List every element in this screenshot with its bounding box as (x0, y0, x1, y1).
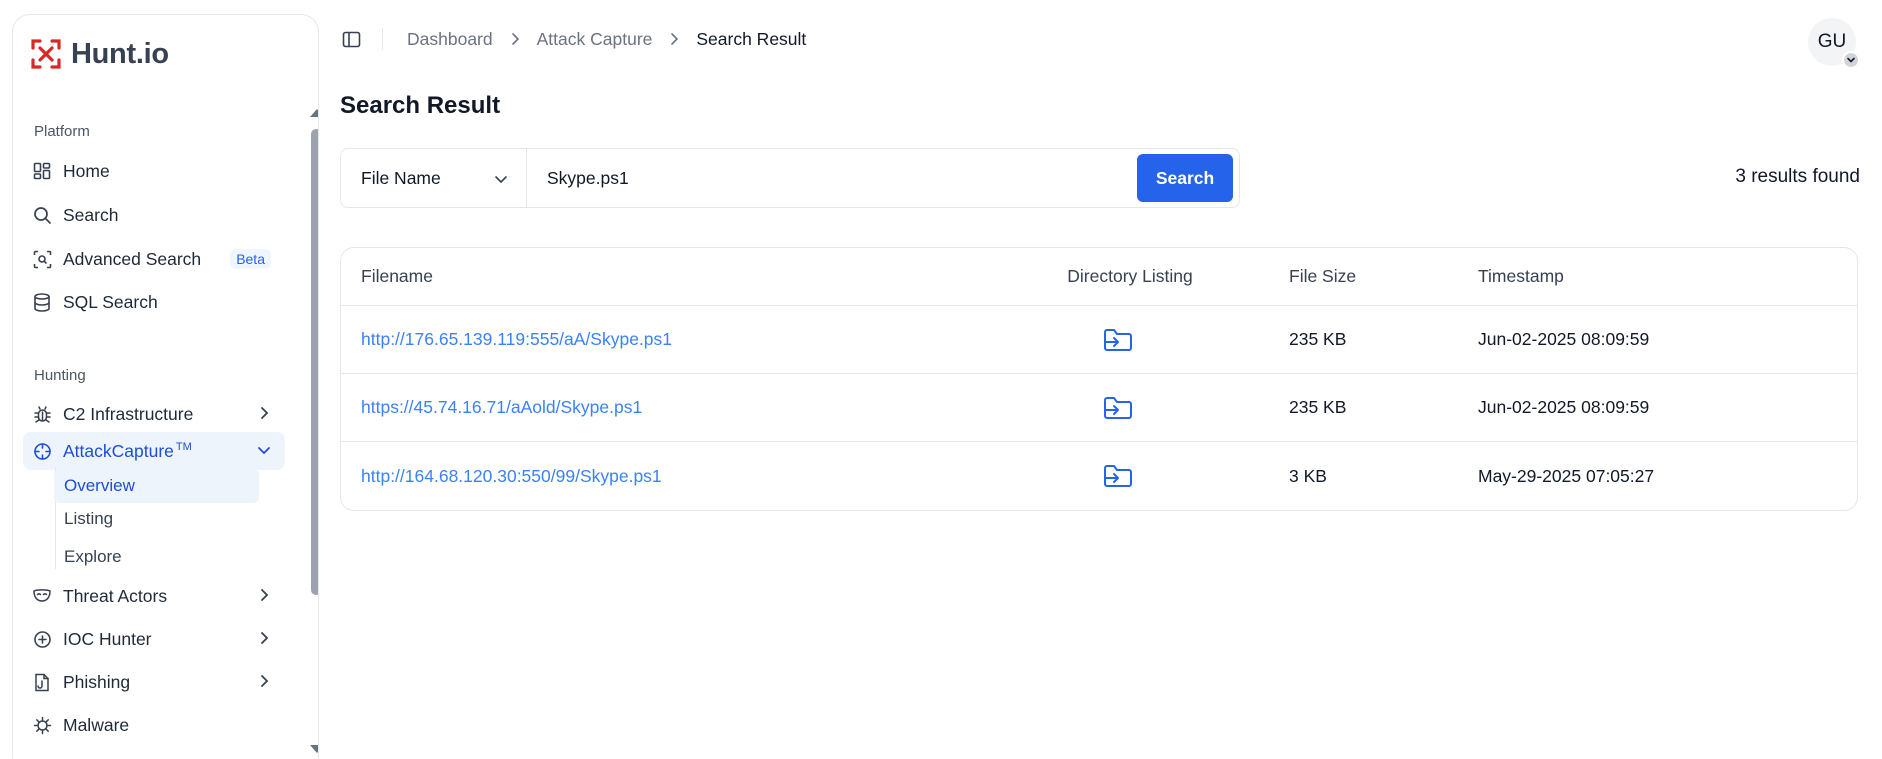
chevron-right-icon (261, 589, 269, 601)
table-row: https://45.74.16.71/aAold/Skype.ps1 235 … (341, 374, 1857, 442)
filename-link[interactable]: http://176.65.139.119:555/aA/Skype.ps1 (361, 329, 672, 350)
results-table: Filename Directory Listing File Size Tim… (340, 247, 1858, 511)
sidebar-item-label: AttackCapture TM (63, 441, 192, 462)
attackcapture-label: AttackCapture (63, 440, 174, 461)
bug-icon (31, 403, 53, 425)
avatar-initials: GU (1817, 31, 1847, 52)
timestamp: May-29-2025 07:05:27 (1478, 465, 1655, 486)
sidebar-item-ioc-hunter[interactable]: IOC Hunter (23, 620, 285, 658)
breadcrumb-current: Search Result (696, 28, 807, 49)
search-input[interactable] (527, 149, 1137, 207)
header-file-size: File Size (1289, 266, 1357, 286)
file-size: 235 KB (1289, 329, 1347, 349)
sidebar-item-label: C2 Infrastructure (63, 403, 194, 424)
section-label-hunting: Hunting (34, 367, 86, 384)
brand-name: Hunt.io (71, 37, 169, 70)
sidebar-item-home[interactable]: Home (23, 152, 285, 190)
plus-circle-icon (31, 628, 53, 650)
sidebar-toggle-icon[interactable] (340, 28, 362, 50)
header-directory-listing: Directory Listing (1067, 266, 1193, 286)
sidebar-item-advanced-search[interactable]: Advanced Search Beta (23, 240, 285, 278)
subitem-listing[interactable]: Listing (54, 502, 259, 536)
timestamp: Jun-02-2025 08:09:59 (1478, 329, 1650, 349)
chevron-right-icon (261, 407, 269, 419)
chevron-right-icon (511, 33, 519, 45)
sidebar-item-label: Home (63, 160, 110, 181)
chevron-down-icon[interactable] (1842, 51, 1860, 69)
subitem-overview[interactable]: Overview (54, 469, 259, 503)
chevron-right-icon (261, 632, 269, 644)
sidebar: Hunt.io Platform Home Search Advanced Se… (12, 14, 319, 759)
scroll-down-arrow-icon[interactable] (310, 745, 318, 753)
header-filename: Filename (361, 266, 433, 286)
timestamp: Jun-02-2025 08:09:59 (1478, 397, 1650, 417)
sidebar-item-malware[interactable]: Malware (23, 706, 285, 744)
fishing-file-icon (31, 671, 53, 693)
search-icon (31, 204, 53, 226)
sidebar-nav: Platform Home Search Advanced Search Bet… (13, 105, 293, 759)
sidebar-item-attackcapture[interactable]: AttackCapture TM (23, 432, 285, 470)
chevron-down-icon (495, 176, 507, 184)
sidebar-item-label: SQL Search (63, 291, 158, 312)
mask-icon (31, 585, 53, 607)
section-label-platform: Platform (34, 123, 90, 140)
file-size: 235 KB (1289, 397, 1347, 417)
sidebar-item-threat-actors[interactable]: Threat Actors (23, 577, 285, 615)
sidebar-item-phishing[interactable]: Phishing (23, 663, 285, 701)
search-field-value: File Name (361, 167, 441, 188)
beta-badge: Beta (230, 249, 271, 269)
folder-open-icon[interactable] (1103, 395, 1133, 421)
hunt-logo-icon (31, 39, 61, 69)
chevron-right-icon (671, 33, 679, 45)
search-field-select[interactable]: File Name (341, 149, 527, 207)
file-size: 3 KB (1289, 465, 1327, 486)
breadcrumb-dashboard[interactable]: Dashboard (407, 29, 493, 50)
sidebar-item-sql-search[interactable]: SQL Search (23, 283, 285, 321)
header-timestamp: Timestamp (1478, 266, 1564, 286)
chevron-down-icon (258, 447, 270, 455)
breadcrumb-attack-capture[interactable]: Attack Capture (537, 29, 653, 50)
folder-open-icon[interactable] (1103, 463, 1133, 489)
virus-icon (31, 714, 53, 736)
app-root: Hunt.io Platform Home Search Advanced Se… (0, 0, 1882, 759)
table-row: http://164.68.120.30:550/99/Skype.ps1 3 … (341, 442, 1857, 510)
sidebar-item-label: Malware (63, 714, 130, 735)
sidebar-item-c2-infrastructure[interactable]: C2 Infrastructure (23, 395, 285, 433)
search-bar: File Name Search (340, 148, 1240, 208)
results-count: 3 results found (1735, 166, 1860, 187)
top-bar: Dashboard Attack Capture Search Result (340, 22, 806, 56)
sidebar-scrollbar[interactable] (309, 109, 318, 759)
page-title: Search Result (340, 92, 501, 119)
folder-open-icon[interactable] (1103, 327, 1133, 353)
sidebar-item-label: Search (63, 204, 119, 225)
filename-link[interactable]: http://164.68.120.30:550/99/Skype.ps1 (361, 466, 662, 487)
scroll-up-arrow-icon[interactable] (310, 109, 318, 117)
brand[interactable]: Hunt.io (29, 37, 169, 71)
crosshair-icon (31, 440, 53, 462)
filename-link[interactable]: https://45.74.16.71/aAold/Skype.ps1 (361, 397, 642, 418)
chevron-right-icon (261, 675, 269, 687)
subitem-explore[interactable]: Explore (54, 540, 259, 574)
table-row: http://176.65.139.119:555/aA/Skype.ps1 2… (341, 306, 1857, 374)
sidebar-item-label: Phishing (63, 671, 131, 692)
sidebar-item-search[interactable]: Search (23, 196, 285, 234)
table-header: Filename Directory Listing File Size Tim… (341, 248, 1857, 306)
dashboard-grid-icon (31, 160, 53, 182)
trademark-mark: TM (175, 440, 192, 453)
search-button[interactable]: Search (1137, 154, 1233, 202)
database-icon (31, 291, 53, 313)
breadcrumb: Dashboard Attack Capture Search Result (407, 29, 806, 50)
header-divider (382, 28, 383, 50)
scroll-thumb[interactable] (311, 129, 318, 595)
sidebar-item-label: IOC Hunter (63, 628, 152, 649)
sidebar-item-label: Advanced Search (63, 248, 202, 269)
scan-search-icon (31, 248, 53, 270)
sidebar-item-label: Threat Actors (63, 585, 168, 606)
